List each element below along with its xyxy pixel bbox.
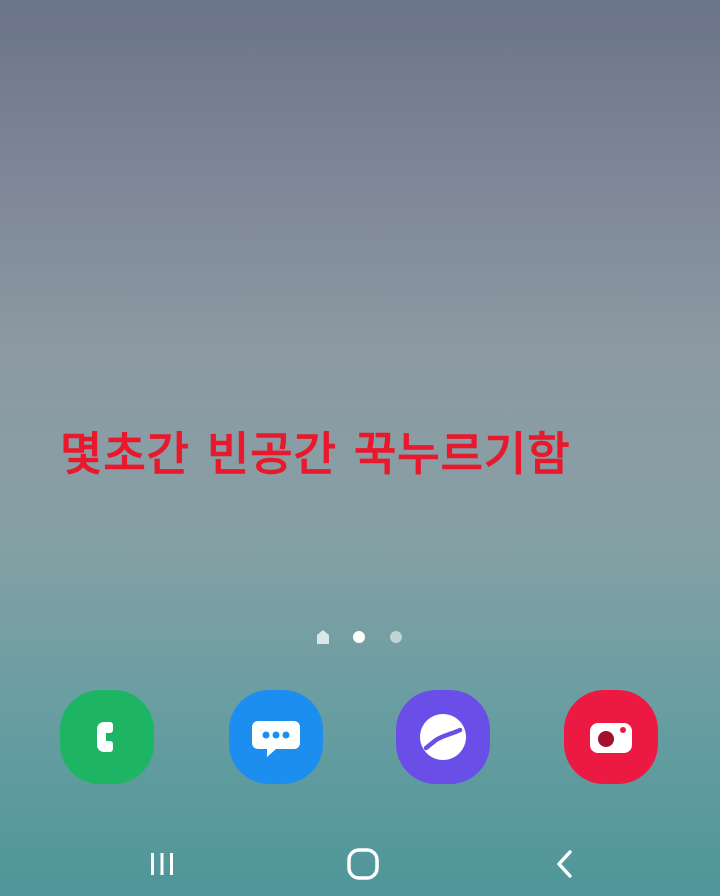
navigation-bar: [0, 830, 720, 896]
speech-bubble-icon: [252, 721, 300, 757]
back-chevron-icon: [557, 850, 572, 878]
back-button[interactable]: [543, 842, 587, 886]
camera-icon: [590, 723, 632, 753]
page-dot[interactable]: [390, 631, 402, 643]
annotation-text: 몇초간 빈공간 꾹누르기함: [60, 427, 571, 481]
home-button[interactable]: [341, 842, 385, 886]
page-indicator[interactable]: [314, 628, 406, 646]
app-dock: [0, 690, 720, 786]
home-rounded-square-icon: [347, 848, 379, 880]
page-dot-active[interactable]: [353, 631, 365, 643]
recents-icon: [151, 853, 173, 875]
browser-orbit-icon: [420, 714, 466, 760]
phone-app-button[interactable]: [60, 690, 154, 784]
messages-app-button[interactable]: [229, 690, 323, 784]
home-page-indicator-icon[interactable]: [316, 629, 330, 649]
internet-app-button[interactable]: [396, 690, 490, 784]
recents-button[interactable]: [140, 842, 184, 886]
phone-handset-icon: [97, 722, 113, 752]
camera-app-button[interactable]: [564, 690, 658, 784]
home-screen[interactable]: 몇초간 빈공간 꾹누르기함: [0, 0, 720, 896]
